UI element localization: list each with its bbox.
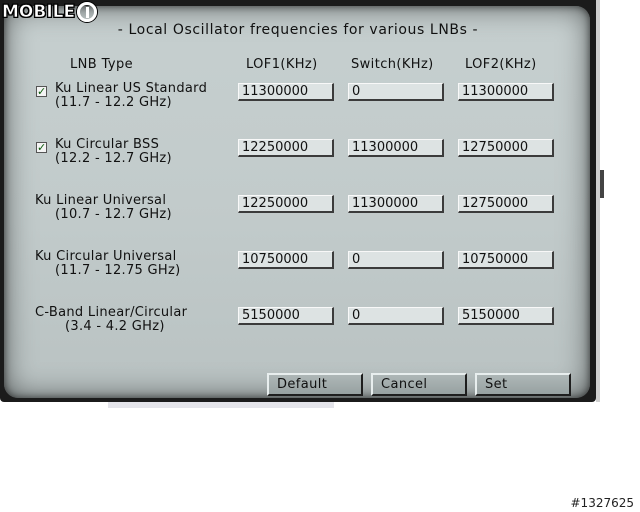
- row-3-lof2-input[interactable]: [458, 251, 554, 269]
- header-lof1: LOF1(KHz): [246, 57, 318, 72]
- logo-text: MOBILE: [2, 2, 76, 23]
- background-underlay: [108, 402, 334, 408]
- power-icon: [77, 2, 98, 22]
- check-icon: ✓: [37, 141, 47, 154]
- background-window-edge: [596, 0, 600, 402]
- row-2-lof1-input[interactable]: [238, 195, 334, 213]
- row-4-lof1-input[interactable]: [238, 307, 334, 325]
- row-1-switch-input[interactable]: [348, 139, 444, 157]
- row-2-lof2-input[interactable]: [458, 195, 554, 213]
- row-1-checkbox[interactable]: ✓: [36, 142, 47, 153]
- cancel-button[interactable]: Cancel: [371, 373, 467, 396]
- row-3-lof1-input[interactable]: [238, 251, 334, 269]
- row-0-lof2-input[interactable]: [458, 83, 554, 101]
- row-2-name: Ku Linear Universal: [35, 193, 167, 208]
- row-1-range: (12.2 - 12.7 GHz): [55, 151, 172, 166]
- row-4-range: (3.4 - 4.2 GHz): [65, 319, 165, 334]
- mobile01-logo: MOBILE: [2, 2, 98, 23]
- check-icon: ✓: [37, 85, 47, 98]
- row-0-name: Ku Linear US Standard: [55, 81, 208, 96]
- row-4-switch-input[interactable]: [348, 307, 444, 325]
- row-1-lof2-input[interactable]: [458, 139, 554, 157]
- dialog-title: - Local Oscillator frequencies for vario…: [117, 22, 479, 38]
- row-2-switch-input[interactable]: [348, 195, 444, 213]
- row-0-checkbox[interactable]: ✓: [36, 86, 47, 97]
- row-3-switch-input[interactable]: [348, 251, 444, 269]
- image-id-label: #1327625: [570, 496, 635, 510]
- row-4-lof2-input[interactable]: [458, 307, 554, 325]
- header-switch: Switch(KHz): [351, 57, 434, 72]
- row-0-switch-input[interactable]: [348, 83, 444, 101]
- row-3-name: Ku Circular Universal: [35, 249, 177, 264]
- row-0-lof1-input[interactable]: [238, 83, 334, 101]
- row-3-range: (11.7 - 12.75 GHz): [55, 263, 181, 278]
- row-4-name: C-Band Linear/Circular: [35, 305, 188, 320]
- row-1-name: Ku Circular BSS: [55, 137, 160, 152]
- row-0-range: (11.7 - 12.2 GHz): [55, 95, 172, 110]
- header-lnb-type: LNB Type: [70, 57, 134, 72]
- row-2-range: (10.7 - 12.7 GHz): [55, 207, 172, 222]
- set-button[interactable]: Set: [475, 373, 571, 396]
- default-button[interactable]: Default: [267, 373, 363, 396]
- header-lof2: LOF2(KHz): [465, 57, 537, 72]
- row-1-lof1-input[interactable]: [238, 139, 334, 157]
